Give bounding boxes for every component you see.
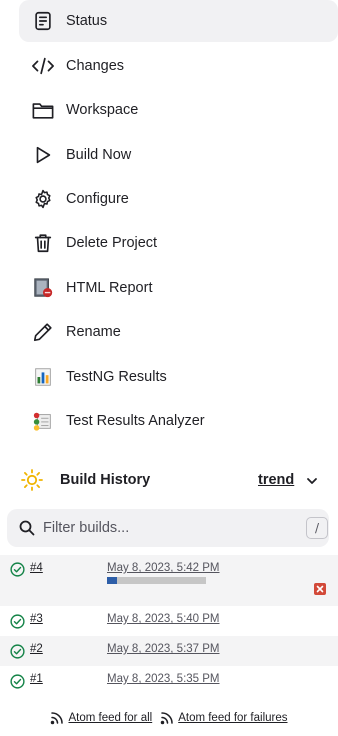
sun-icon [20,468,44,492]
task-testng-results[interactable]: TestNG Results [19,356,338,398]
trend-link[interactable]: trend [258,472,294,488]
keyboard-shortcut-badge: / [306,517,328,539]
gear-icon [31,187,55,211]
build-date-link[interactable]: May 8, 2023, 5:35 PM [107,673,220,685]
task-label: Workspace [66,102,139,118]
success-check-icon [10,644,25,659]
html-report-icon [31,276,55,300]
build-row: #2 May 8, 2023, 5:37 PM [0,636,338,666]
build-progress-bar [107,577,206,584]
build-history-title: Build History [60,472,151,488]
atom-feed-failures-label: Atom feed for failures [178,712,288,724]
pencil-icon [31,320,55,344]
task-label: Status [66,13,108,29]
rss-icon [50,711,64,725]
task-configure[interactable]: Configure [19,178,338,220]
build-number-link[interactable]: #2 [30,643,43,655]
folder-icon [31,98,55,122]
task-label: Build Now [66,147,132,163]
build-date-link[interactable]: May 8, 2023, 5:37 PM [107,643,220,655]
build-progress-fill [107,577,117,584]
atom-feed-failures-link[interactable]: Atom feed for failures [160,711,288,725]
success-check-icon [10,674,25,689]
search-icon [19,520,35,536]
task-label: TestNG Results [66,369,167,385]
atom-feed-all-link[interactable]: Atom feed for all [50,711,152,725]
task-label: Changes [66,58,125,74]
task-test-results-analyzer[interactable]: Test Results Analyzer [19,400,338,442]
build-row: #3 May 8, 2023, 5:40 PM [0,606,338,636]
task-html-report[interactable]: HTML Report [19,267,338,309]
cancel-build-icon[interactable] [314,583,326,595]
analyzer-icon [31,409,55,433]
task-label: Test Results Analyzer [66,413,205,429]
build-number-link[interactable]: #3 [30,613,43,625]
build-number-link[interactable]: #4 [30,562,43,574]
build-row: #4 May 8, 2023, 5:42 PM [0,555,338,606]
success-check-icon [10,562,25,577]
task-label: Configure [66,191,129,207]
atom-feeds: Atom feed for all Atom feed for failures [0,700,338,736]
task-build-now[interactable]: Build Now [19,134,338,176]
task-workspace[interactable]: Workspace [19,89,338,131]
filter-builds: / [7,509,329,547]
task-label: HTML Report [66,280,153,296]
task-status[interactable]: Status [19,0,338,42]
atom-feed-all-label: Atom feed for all [68,712,153,724]
build-history-header: Build History trend [0,460,338,500]
build-date-link[interactable]: May 8, 2023, 5:42 PM [107,562,220,574]
task-label: Delete Project [66,235,158,251]
task-label: Rename [66,324,121,340]
trash-icon [31,231,55,255]
build-number-link[interactable]: #1 [30,673,43,685]
task-rename[interactable]: Rename [19,311,338,353]
task-delete-project[interactable]: Delete Project [19,222,338,264]
task-changes[interactable]: Changes [19,45,338,87]
chevron-down-icon[interactable] [305,474,319,488]
status-icon [31,9,55,33]
rss-icon [160,711,174,725]
play-icon [31,143,55,167]
filter-builds-input[interactable] [43,515,293,541]
code-icon [31,54,55,78]
success-check-icon [10,614,25,629]
testng-chart-icon [31,365,55,389]
build-date-link[interactable]: May 8, 2023, 5:40 PM [107,613,220,625]
build-row: #1 May 8, 2023, 5:35 PM [0,666,338,696]
